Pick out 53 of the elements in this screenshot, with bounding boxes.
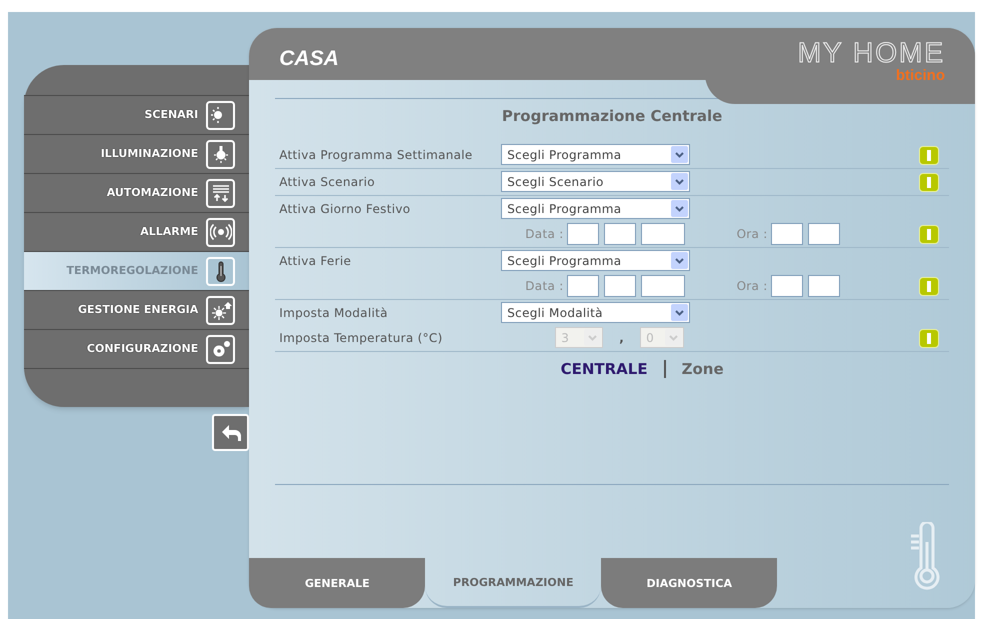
dropdown[interactable]: Scegli Programma bbox=[501, 144, 690, 165]
field-label: Imposta Modalità bbox=[278, 304, 389, 322]
dropdown[interactable]: Scegli Modalità bbox=[501, 302, 690, 323]
activate-button[interactable] bbox=[919, 276, 939, 296]
back-button[interactable] bbox=[212, 414, 250, 451]
dropdown[interactable]: Scegli Programma bbox=[501, 198, 690, 219]
input-field[interactable] bbox=[808, 222, 840, 244]
activate-button[interactable] bbox=[919, 224, 939, 244]
input-field[interactable] bbox=[604, 222, 636, 244]
field-label: Attiva Ferie bbox=[278, 252, 352, 270]
sidebar-item[interactable]: SCENARI bbox=[24, 95, 250, 134]
input-field[interactable] bbox=[770, 274, 803, 296]
alarm-icon bbox=[206, 218, 236, 246]
input-field[interactable] bbox=[604, 274, 636, 296]
sidebar-item[interactable]: ILLUMINAZIONE bbox=[24, 134, 250, 173]
thermometer-icon bbox=[206, 256, 236, 286]
sidebar-item[interactable]: AUTOMAZIONE bbox=[24, 173, 250, 212]
lightbulb-icon bbox=[206, 140, 236, 168]
view-link[interactable]: CENTRALE bbox=[560, 358, 648, 380]
page-header-title: CASA bbox=[279, 46, 339, 72]
separator: , bbox=[619, 330, 624, 346]
field-label: Attiva Scenario bbox=[278, 174, 376, 190]
brand-logo: MY HOME bbox=[798, 38, 945, 68]
input-field[interactable] bbox=[808, 274, 840, 296]
time-label: Ora : bbox=[736, 278, 768, 294]
input-field[interactable] bbox=[640, 222, 685, 244]
activate-button[interactable] bbox=[919, 172, 939, 192]
date-label: Data : bbox=[525, 226, 564, 242]
gears-icon bbox=[206, 334, 236, 364]
sidebar-item[interactable]: ALLARME bbox=[24, 212, 250, 251]
tab[interactable]: DIAGNOSTICA bbox=[601, 558, 778, 608]
field-label: Attiva Programma Settimanale bbox=[278, 146, 474, 164]
input-field[interactable] bbox=[770, 222, 803, 244]
activate-button[interactable] bbox=[919, 328, 939, 348]
tab[interactable]: GENERALE bbox=[249, 558, 426, 608]
sidebar-item[interactable]: CONFIGURAZIONE bbox=[24, 329, 250, 368]
input-field[interactable] bbox=[566, 222, 599, 244]
input-field[interactable] bbox=[566, 274, 599, 296]
view-link[interactable]: Zone bbox=[682, 358, 724, 380]
field-label: Imposta Temperatura (°C) bbox=[278, 330, 444, 346]
section-title: Programmazione Centrale bbox=[502, 106, 722, 127]
dropdown[interactable]: Scegli Programma bbox=[501, 250, 690, 271]
shutter-icon bbox=[206, 178, 236, 208]
input-field[interactable] bbox=[640, 274, 685, 296]
activate-button[interactable] bbox=[919, 146, 939, 164]
dropdown[interactable]: Scegli Scenario bbox=[501, 171, 690, 192]
time-label: Ora : bbox=[736, 226, 768, 242]
field-label: Attiva Giorno Festivo bbox=[278, 200, 412, 218]
date-label: Data : bbox=[525, 278, 564, 294]
energy-icon bbox=[206, 296, 236, 324]
back-arrow-icon bbox=[220, 422, 242, 442]
sidebar-item[interactable]: GESTIONE ENERGIA bbox=[24, 290, 250, 329]
bticino-logo: bticino bbox=[896, 68, 945, 84]
